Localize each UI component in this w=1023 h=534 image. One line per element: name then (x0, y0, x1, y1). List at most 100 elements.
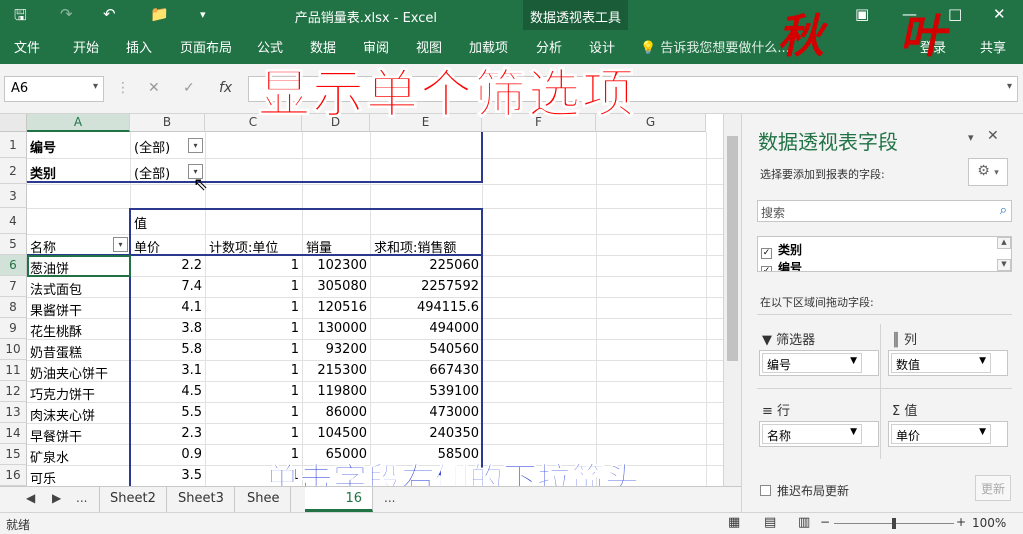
row-header-16[interactable]: 16 (0, 465, 27, 486)
tab-file[interactable]: 文件 (14, 37, 40, 56)
value-cell[interactable]: 494000 (370, 320, 482, 337)
tab-insert[interactable]: 插入 (126, 37, 152, 56)
row-header-5[interactable]: 5 (0, 234, 27, 255)
row-header-4[interactable]: 4 (0, 208, 27, 234)
value-cell[interactable]: 1 (205, 404, 302, 421)
value-cell[interactable]: 3.8 (130, 320, 205, 337)
columns-area-box[interactable]: 数值 ▼ (888, 350, 1008, 376)
value-cell[interactable]: 102300 (302, 257, 370, 274)
row-header-11[interactable]: 11 (0, 360, 27, 381)
value-cell[interactable]: 93200 (302, 341, 370, 358)
tools-gear-button[interactable]: ⚙ ▾ (968, 158, 1008, 186)
value-cell[interactable]: 2.3 (130, 425, 205, 442)
tell-me-box[interactable]: 💡 告诉我您想要做什么... (640, 37, 790, 56)
page-break-view-icon[interactable]: ▥ (798, 515, 810, 530)
value-cell[interactable]: 473000 (370, 404, 482, 421)
sheet-tab-active[interactable]: 16 (305, 487, 373, 512)
field-list-scroll-down[interactable]: ▼ (997, 259, 1011, 271)
value-cell[interactable]: 130000 (302, 320, 370, 337)
row-header-3[interactable]: 3 (0, 184, 27, 208)
scrollbar-thumb[interactable] (727, 136, 738, 361)
filter-dropdown-number[interactable]: ▾ (188, 138, 203, 153)
value-cell[interactable]: 1 (205, 299, 302, 316)
row-label-cell[interactable]: 巧克力饼干 (27, 383, 130, 404)
value-cell[interactable]: 540560 (370, 341, 482, 358)
field-item-category[interactable]: ✓ 类别 (761, 241, 802, 259)
row-header-15[interactable]: 15 (0, 444, 27, 465)
cancel-icon[interactable]: ✕ (148, 80, 160, 96)
row-label-filter-dropdown[interactable]: ▾ (113, 237, 128, 252)
active-cell-a6[interactable] (27, 255, 131, 277)
value-cell[interactable]: 104500 (302, 425, 370, 442)
tab-scroll-left-icon[interactable]: ◀ (26, 491, 35, 505)
worksheet-grid[interactable]: A B C D E F G 1 2 3 4 5 6 7 8 9 10 11 12… (0, 114, 723, 486)
field-list-scroll-up[interactable]: ▲ (997, 237, 1011, 249)
row-label-cell[interactable]: 奶昔蛋糕 (27, 341, 130, 362)
checkbox-checked-icon[interactable]: ✓ (761, 248, 772, 259)
value-cell[interactable]: 305080 (302, 278, 370, 295)
value-cell[interactable]: 1 (205, 257, 302, 274)
row-label-cell[interactable]: 奶油夹心饼干 (27, 362, 130, 383)
row-label-cell[interactable]: 果酱饼干 (27, 299, 130, 320)
value-cell[interactable]: 225060 (370, 257, 482, 274)
zoom-level[interactable]: 100% (972, 516, 1006, 530)
row-header-6[interactable]: 6 (0, 255, 27, 276)
row-header-2[interactable]: 2 (0, 158, 27, 184)
value-cell[interactable]: 1 (205, 362, 302, 379)
value-cell[interactable]: 240350 (370, 425, 482, 442)
field-search-input[interactable]: 搜索 ⌕ (757, 200, 1012, 222)
value-chip-price[interactable]: 单价 ▼ (891, 424, 991, 444)
row-label-cell[interactable]: 可乐 (27, 467, 130, 486)
tab-home[interactable]: 开始 (73, 37, 99, 56)
rows-area-box[interactable]: 名称 ▼ (759, 421, 879, 447)
row-header-12[interactable]: 12 (0, 381, 27, 402)
insert-function-icon[interactable]: fx (219, 80, 232, 96)
row-label-cell[interactable]: 花生桃酥 (27, 320, 130, 341)
enter-icon[interactable]: ✓ (183, 80, 195, 96)
value-cell[interactable]: 0.9 (130, 446, 205, 463)
value-cell[interactable]: 3.5 (130, 467, 205, 484)
value-cell[interactable]: 1 (205, 320, 302, 337)
value-cell[interactable]: 3.1 (130, 362, 205, 379)
row-header-10[interactable]: 10 (0, 339, 27, 360)
values-area-box[interactable]: 单价 ▼ (888, 421, 1008, 447)
value-cell[interactable]: 5.5 (130, 404, 205, 421)
column-header-a[interactable]: A (27, 114, 130, 132)
tab-scroll-right-icon[interactable]: ▶ (52, 491, 61, 505)
row-header-7[interactable]: 7 (0, 276, 27, 297)
select-all-corner[interactable] (0, 114, 27, 132)
checkbox-unchecked-icon[interactable] (760, 485, 771, 496)
pane-close-icon[interactable]: ✕ (987, 128, 999, 144)
expand-formula-icon[interactable]: ▾ (1007, 81, 1012, 92)
value-cell[interactable]: 2257592 (370, 278, 482, 295)
zoom-in-icon[interactable]: + (956, 515, 966, 529)
filter-chip-number[interactable]: 编号 ▼ (762, 353, 862, 373)
zoom-slider-thumb[interactable] (892, 518, 896, 529)
filters-area-box[interactable]: 编号 ▼ (759, 350, 879, 376)
value-cell[interactable]: 119800 (302, 383, 370, 400)
sheet-tab-sheet2[interactable]: Sheet2 (99, 487, 167, 512)
value-cell[interactable]: 1 (205, 383, 302, 400)
row-chip-name[interactable]: 名称 ▼ (762, 424, 862, 444)
value-cell[interactable]: 2.2 (130, 257, 205, 274)
name-box[interactable]: A6 ▾ (4, 76, 104, 102)
field-item-number[interactable]: ✓ 编号 (761, 259, 802, 271)
value-cell[interactable]: 667430 (370, 362, 482, 379)
normal-view-icon[interactable]: ▦ (728, 515, 740, 530)
row-header-9[interactable]: 9 (0, 318, 27, 339)
row-label-cell[interactable]: 肉沫夹心饼 (27, 404, 130, 425)
value-cell[interactable]: 120516 (302, 299, 370, 316)
value-cell[interactable]: 539100 (370, 383, 482, 400)
defer-update-option[interactable]: 推迟布局更新 (760, 482, 849, 499)
value-cell[interactable]: 1 (205, 341, 302, 358)
row-header-8[interactable]: 8 (0, 297, 27, 318)
value-cell[interactable]: 494115.6 (370, 299, 482, 316)
row-header-14[interactable]: 14 (0, 423, 27, 444)
row-label-cell[interactable]: 法式面包 (27, 278, 130, 299)
sheet-tab-sheet3[interactable]: Sheet3 (168, 487, 235, 512)
column-header-b[interactable]: B (130, 114, 205, 132)
field-list[interactable]: ✓ 类别 ✓ 编号 ▲ ▼ (757, 236, 1012, 272)
column-chip-values[interactable]: 数值 ▼ (891, 353, 991, 373)
vertical-scrollbar[interactable] (723, 114, 741, 486)
row-label-cell[interactable]: 矿泉水 (27, 446, 130, 467)
